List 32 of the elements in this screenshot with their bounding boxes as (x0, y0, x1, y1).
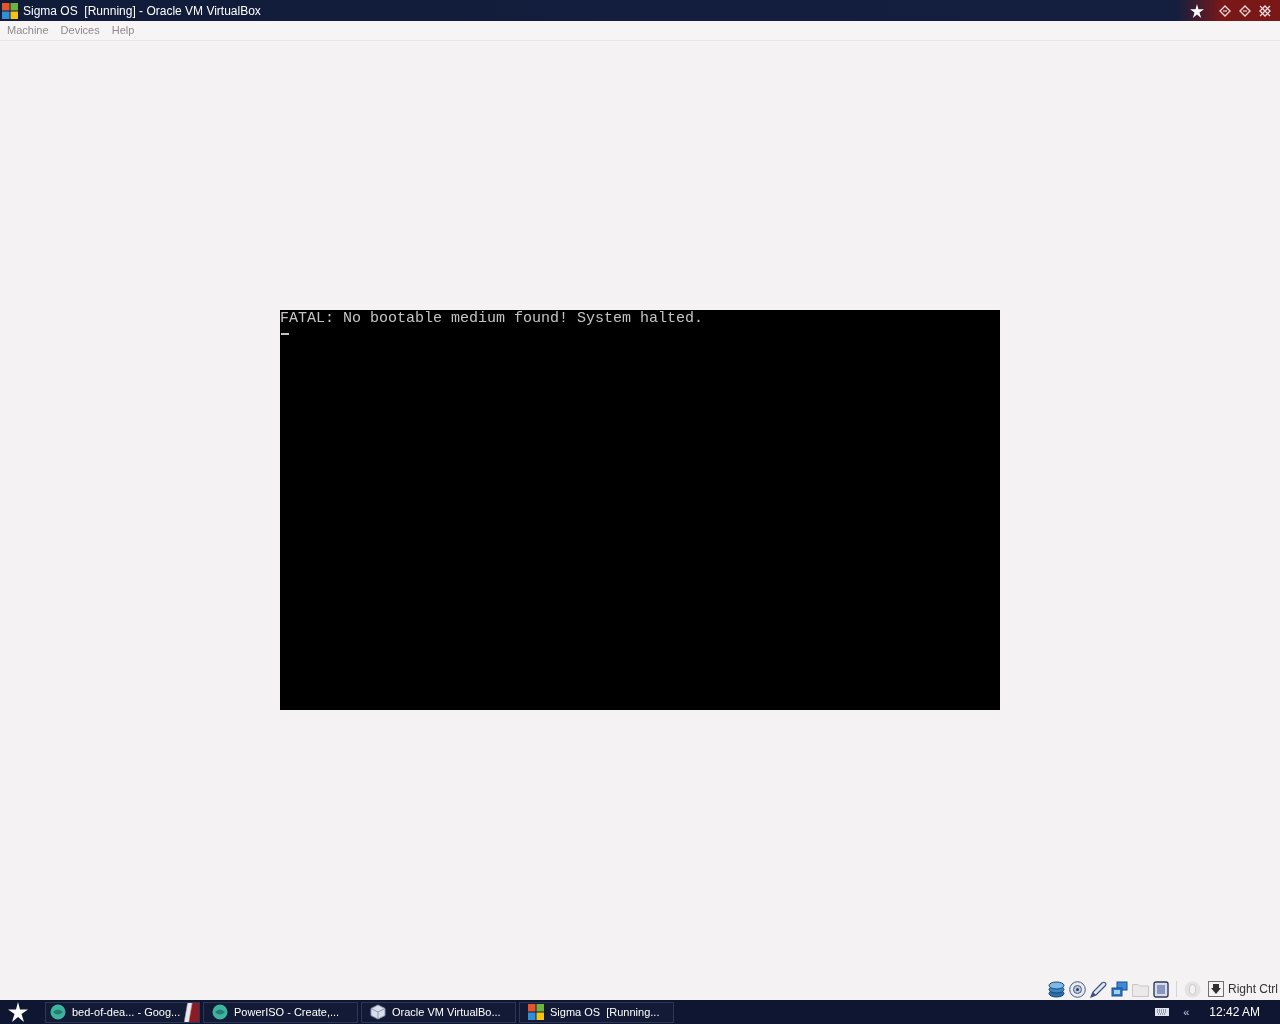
window-title: Sigma OS [Running] - Oracle VM VirtualBox (23, 4, 261, 17)
close-icon (1259, 4, 1271, 17)
show-hidden-icons-button[interactable]: « (1183, 1006, 1190, 1018)
chip-icon (1153, 980, 1169, 998)
star-icon (8, 1002, 28, 1022)
taskbar-button[interactable]: PowerISO - Create,... (203, 1001, 358, 1023)
arrow-down-icon (1208, 981, 1224, 997)
optical-disc-icon (1069, 980, 1086, 998)
maximize-button[interactable] (1238, 3, 1252, 18)
console-text: FATAL: No bootable medium found! System halted. (280, 310, 704, 327)
minimize-button[interactable] (1218, 3, 1232, 18)
taskbar-button[interactable]: Sigma OS [Running... (519, 1001, 674, 1023)
text-cursor-icon (281, 332, 289, 335)
globe-icon (50, 1004, 66, 1020)
clock: 12:42 AM (1209, 1004, 1260, 1021)
taskbar-button[interactable]: bed-of-dea... - Goog... (45, 1001, 200, 1023)
app-logo-icon (2, 2, 18, 19)
mouse-icon (1184, 980, 1201, 998)
pen-icon (1090, 980, 1107, 998)
diamond-icon (1219, 4, 1231, 17)
folder-icon (1132, 981, 1149, 997)
close-button[interactable] (1258, 3, 1272, 18)
hard-disk-icon (1048, 980, 1065, 998)
keyboard-icon (1155, 1008, 1170, 1016)
app-logo-icon (528, 1004, 544, 1020)
diamond-icon (1239, 4, 1251, 17)
taskbar-button[interactable]: Oracle VM VirtualBo... (361, 1001, 516, 1023)
cube-icon (370, 1004, 386, 1020)
network-icon (1111, 980, 1128, 998)
globe-icon (212, 1004, 228, 1020)
star-icon (1190, 3, 1204, 18)
host-key-label: Right Ctrl (1228, 981, 1278, 998)
